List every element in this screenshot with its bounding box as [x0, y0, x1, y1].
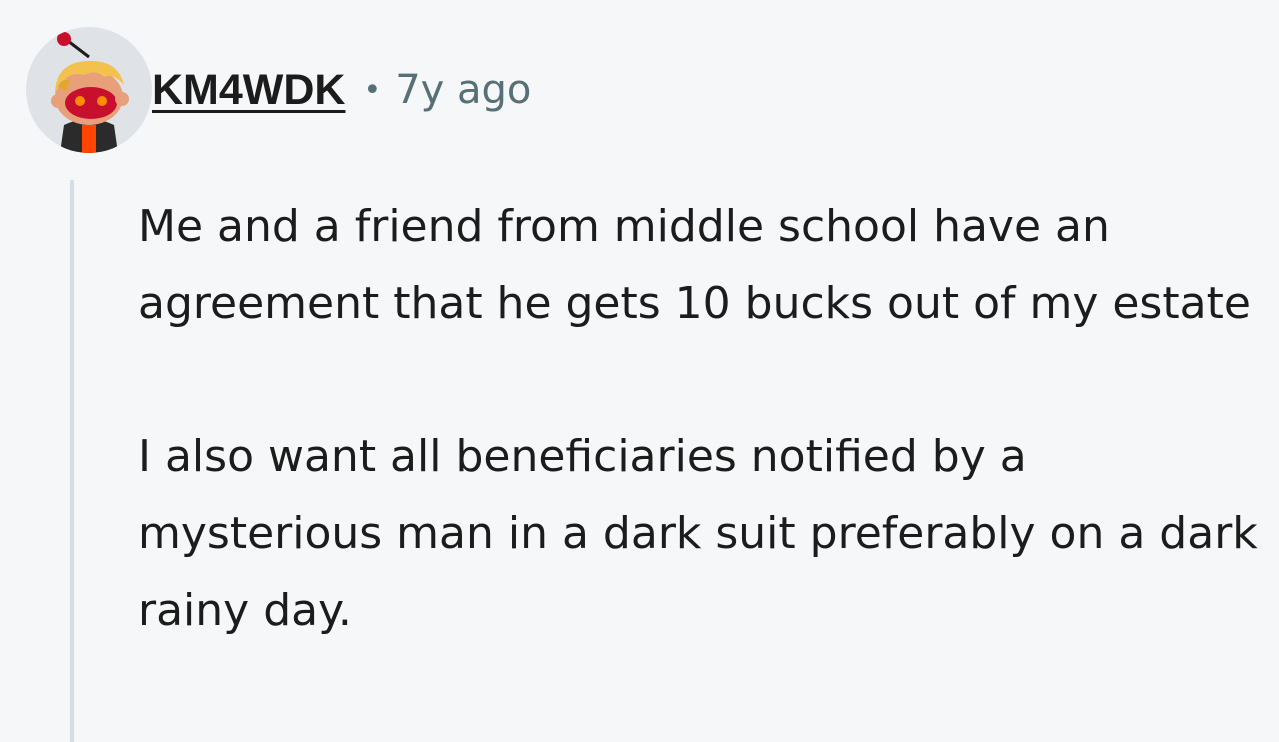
comment-body: Me and a friend from middle school have … — [138, 188, 1258, 725]
user-avatar[interactable] — [26, 27, 152, 153]
comment: KM4WDK • 7y ago Me and a friend from mid… — [0, 0, 1279, 742]
comment-paragraph: Me and a friend from middle school have … — [138, 201, 1251, 329]
comment-paragraph: I also want all beneficiaries notified b… — [138, 431, 1258, 636]
snoo-avatar-icon — [51, 32, 129, 153]
meta-separator: • — [363, 72, 382, 108]
comment-timestamp[interactable]: 7y ago — [395, 67, 531, 113]
thread-collapse-line[interactable] — [70, 180, 74, 742]
author-username[interactable]: KM4WDK — [152, 66, 345, 115]
comment-header: KM4WDK • 7y ago — [26, 24, 531, 156]
